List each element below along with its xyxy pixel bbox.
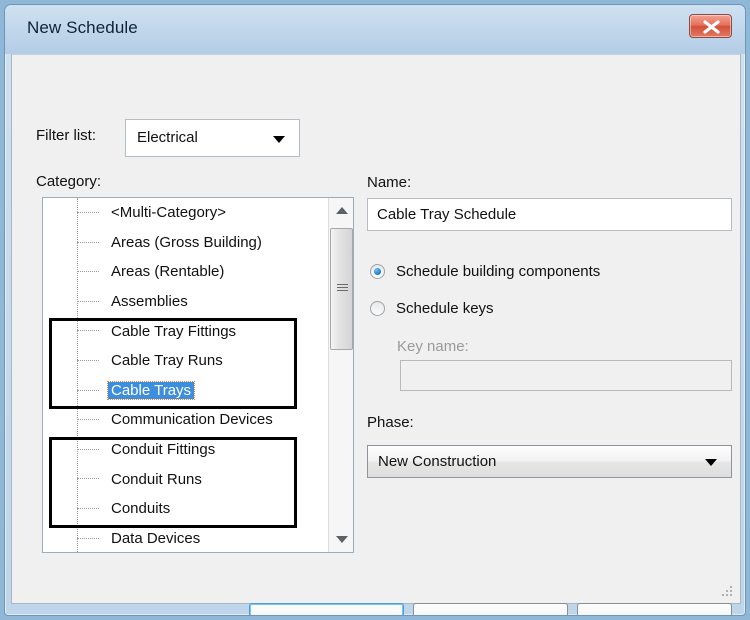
category-item[interactable]: Assemblies bbox=[43, 287, 328, 317]
radio-components-label: Schedule building components bbox=[396, 263, 601, 280]
name-input[interactable] bbox=[367, 198, 732, 231]
radio-schedule-building-components[interactable]: Schedule building components bbox=[370, 263, 600, 280]
tree-connector bbox=[77, 241, 99, 243]
scrollbar-grip-icon bbox=[337, 284, 348, 293]
chevron-down-icon bbox=[273, 136, 285, 143]
tree-connector bbox=[77, 478, 99, 480]
radio-keys-label: Schedule keys bbox=[396, 300, 494, 317]
category-label: Category: bbox=[36, 173, 102, 190]
category-item-label: Conduit Fittings bbox=[111, 441, 216, 459]
key-name-label: Key name: bbox=[397, 338, 469, 355]
phase-dropdown[interactable]: New Construction bbox=[367, 445, 732, 478]
category-item[interactable]: <Multi-Category> bbox=[43, 198, 328, 228]
tree-connector bbox=[77, 389, 99, 391]
name-label: Name: bbox=[367, 174, 412, 191]
phase-value: New Construction bbox=[378, 453, 497, 470]
dialog-body: Filter list: Electrical Category: <Multi… bbox=[11, 54, 741, 615]
scroll-down-glyph bbox=[335, 536, 348, 543]
category-item[interactable]: Data Devices bbox=[43, 524, 328, 552]
tree-connector bbox=[77, 448, 99, 450]
window-title: New Schedule bbox=[27, 18, 138, 37]
category-scrollbar[interactable] bbox=[328, 198, 353, 552]
help-button[interactable]: Help bbox=[577, 603, 732, 615]
phase-label: Phase: bbox=[367, 414, 414, 431]
filter-list-label: Filter list: bbox=[36, 127, 96, 144]
radio-schedule-keys[interactable]: Schedule keys bbox=[370, 300, 494, 317]
category-item[interactable]: Cable Trays bbox=[43, 376, 328, 406]
category-item[interactable]: Conduits bbox=[43, 494, 328, 524]
tree-connector bbox=[77, 300, 99, 302]
category-item-label: Data Devices bbox=[111, 529, 201, 547]
scroll-up-glyph bbox=[335, 207, 348, 214]
category-item-label: Cable Tray Fittings bbox=[111, 322, 237, 340]
key-name-input bbox=[400, 360, 732, 391]
category-item-label: Areas (Gross Building) bbox=[111, 233, 262, 251]
tree-connector bbox=[77, 271, 99, 273]
category-item[interactable]: Conduit Runs bbox=[43, 464, 328, 494]
filter-list-dropdown[interactable]: Electrical bbox=[125, 119, 300, 157]
scrollbar-thumb[interactable] bbox=[330, 228, 353, 350]
category-item-label: Conduits bbox=[111, 500, 171, 518]
category-list-items: <Multi-Category> Areas (Gross Building) Ar… bbox=[43, 198, 328, 552]
category-item-label: Assemblies bbox=[111, 293, 188, 311]
new-schedule-dialog: New Schedule Filter list: Electrical Cat… bbox=[4, 4, 746, 616]
chevron-down-icon bbox=[705, 459, 717, 466]
scroll-down-arrow-icon[interactable] bbox=[329, 527, 353, 552]
category-list[interactable]: <Multi-Category> Areas (Gross Building) Ar… bbox=[42, 197, 354, 553]
category-item[interactable]: Communication Devices bbox=[43, 405, 328, 435]
radio-off-icon bbox=[370, 301, 385, 316]
filter-list-value: Electrical bbox=[137, 129, 198, 146]
tree-connector bbox=[77, 212, 99, 213]
cancel-button[interactable]: Cancel bbox=[413, 603, 568, 615]
ok-button[interactable]: OK bbox=[249, 603, 404, 615]
scroll-up-arrow-icon[interactable] bbox=[329, 198, 353, 223]
tree-connector bbox=[77, 507, 99, 509]
category-item[interactable]: Cable Tray Fittings bbox=[43, 316, 328, 346]
category-item-label: Communication Devices bbox=[111, 411, 273, 429]
category-item-label: Areas (Rentable) bbox=[111, 263, 225, 281]
category-item-label: Cable Trays bbox=[106, 380, 196, 400]
tree-connector bbox=[77, 330, 99, 332]
category-item[interactable]: Conduit Fittings bbox=[43, 435, 328, 465]
title-bar: New Schedule bbox=[5, 5, 745, 54]
category-item-label: <Multi-Category> bbox=[111, 204, 227, 222]
category-item[interactable]: Areas (Gross Building) bbox=[43, 228, 328, 258]
tree-connector bbox=[77, 537, 99, 539]
close-icon[interactable] bbox=[689, 14, 732, 38]
resize-grip-icon[interactable] bbox=[722, 586, 735, 599]
category-item[interactable]: Areas (Rentable) bbox=[43, 257, 328, 287]
category-item-label: Conduit Runs bbox=[111, 470, 202, 488]
tree-connector bbox=[77, 359, 99, 361]
tree-connector bbox=[77, 419, 99, 421]
category-item-label: Cable Tray Runs bbox=[111, 352, 223, 370]
category-item[interactable]: Cable Tray Runs bbox=[43, 346, 328, 376]
close-x-glyph bbox=[703, 20, 720, 34]
radio-on-icon bbox=[370, 264, 385, 279]
